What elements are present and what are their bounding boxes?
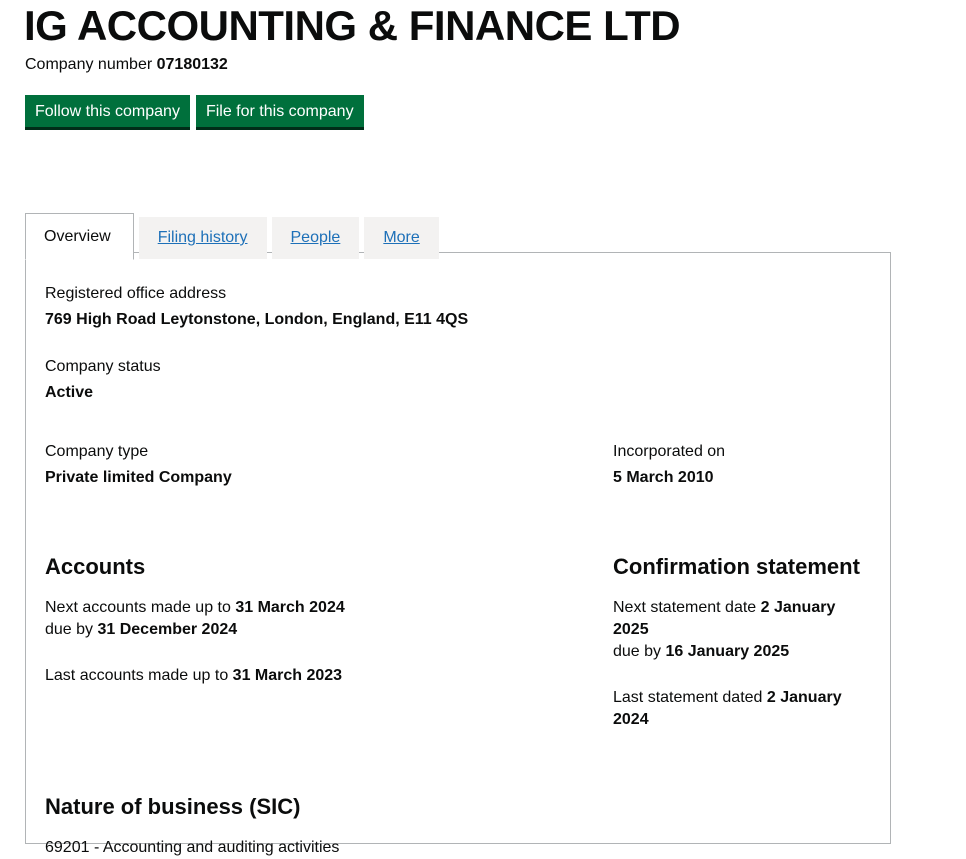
accounts-heading: Accounts [45,554,146,579]
incorporated-on-block: Incorporated on 5 March 2010 [613,441,870,490]
tab-more[interactable]: More [364,217,439,259]
next-accounts-date: 31 March 2024 [235,599,345,616]
file-for-this-company-button[interactable]: File for this company [195,95,364,130]
registered-office-address-value: 769 High Road Leytonstone, London, Engla… [45,311,469,328]
company-number: Company number 07180132 [25,55,228,75]
next-statement-prefix: Next statement date [613,599,761,616]
company-status-label: Company status [45,358,161,375]
next-accounts-text: Next accounts made up to 31 March 2024 d… [45,597,613,641]
company-status-value: Active [45,384,94,401]
next-accounts-prefix: Next accounts made up to [45,599,236,616]
sic-code-item: 69201 - Accounting and auditing activiti… [45,839,340,856]
last-accounts-text: Last accounts made up to 31 March 2023 [45,665,613,687]
next-statement-due-date: 16 January 2025 [665,643,790,660]
confirmation-statement-heading: Confirmation statement [613,554,860,579]
company-type-row: Company type Private limited Company Inc… [45,441,870,490]
accounts-section: Accounts Next accounts made up to 31 Mar… [45,553,613,731]
nature-of-business-section: Nature of business (SIC) 69201 - Account… [45,793,870,859]
accounts-confirmation-row: Accounts Next accounts made up to 31 Mar… [45,553,870,731]
page-title: IG ACCOUNTING & FINANCE LTD [24,2,681,49]
last-statement-prefix: Last statement dated [613,689,767,706]
last-statement-text: Last statement dated 2 January 2024 [613,687,870,731]
overview-panel: Registered office address 769 High Road … [25,252,891,856]
tab-more-label: More [383,229,420,246]
action-button-row: Follow this company File for this compan… [25,95,364,130]
follow-this-company-button[interactable]: Follow this company [25,95,190,130]
incorporated-on-value: 5 March 2010 [613,469,714,486]
company-number-label: Company number [25,56,153,73]
registered-office-address-label: Registered office address [45,285,227,302]
company-status-block: Company status Active [45,356,870,405]
tab-people[interactable]: People [271,217,360,259]
next-statement-due-prefix: due by [613,643,666,660]
next-accounts-due-date: 31 December 2024 [97,621,238,638]
confirmation-statement-section: Confirmation statement Next statement da… [613,553,870,731]
incorporated-on-label: Incorporated on [613,443,726,460]
nature-of-business-heading: Nature of business (SIC) [45,794,301,819]
last-accounts-prefix: Last accounts made up to [45,667,233,684]
tab-overview-label: Overview [44,228,111,245]
tab-overview[interactable]: Overview [25,213,134,260]
tab-filing-history[interactable]: Filing history [138,217,267,259]
company-type-block: Company type Private limited Company [45,441,613,490]
next-statement-text: Next statement date 2 January 2025 due b… [613,597,870,663]
last-accounts-date: 31 March 2023 [232,667,343,684]
tab-people-label: People [290,229,341,246]
company-overview-page: IG ACCOUNTING & FINANCE LTD Company numb… [0,0,966,856]
company-type-label: Company type [45,443,149,460]
company-number-value: 07180132 [156,56,228,73]
company-type-value: Private limited Company [45,469,232,486]
tab-bar: Overview Filing history People More [25,212,439,260]
next-accounts-due-prefix: due by [45,621,98,638]
registered-office-address-block: Registered office address 769 High Road … [45,283,870,332]
tab-filing-history-label: Filing history [157,229,248,246]
